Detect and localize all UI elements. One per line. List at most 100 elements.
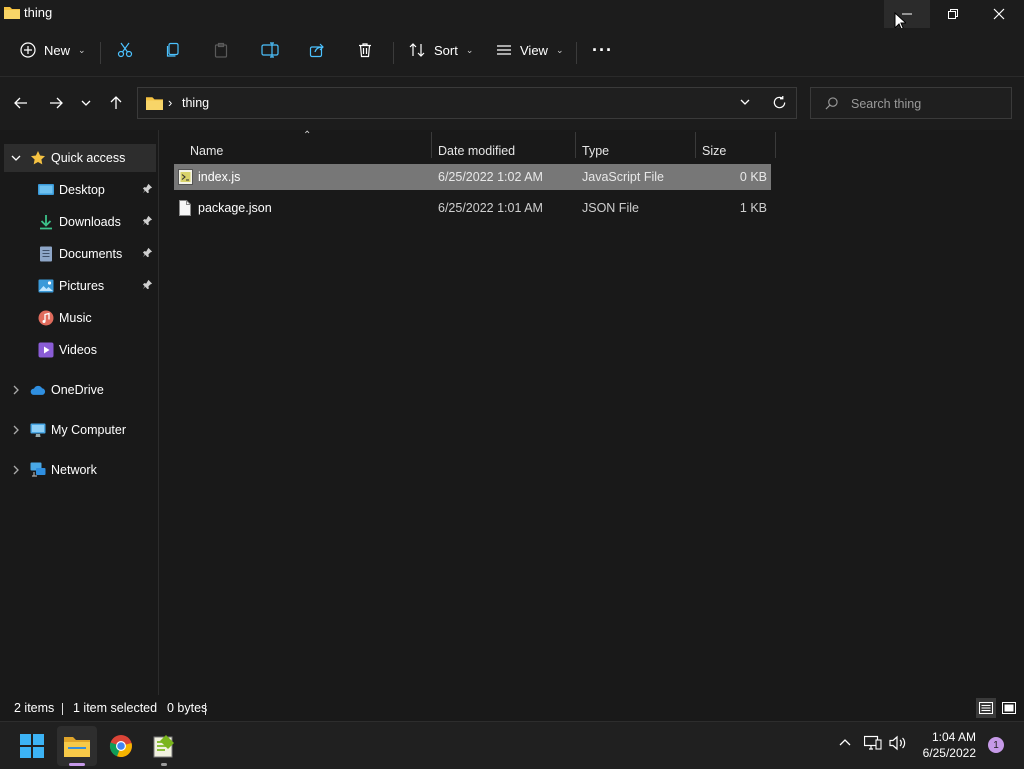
restore-button[interactable] [930,0,976,28]
title-bar: thing [0,0,1024,32]
search-box[interactable]: Search thing [810,87,1012,119]
sidebar-item-my-computer[interactable]: My Computer [4,416,156,444]
file-name[interactable]: package.json [198,201,272,215]
more-options-button[interactable]: ··· [592,36,613,64]
chevron-down-icon [740,99,750,105]
cut-button[interactable] [117,36,133,64]
documents-icon [38,246,54,262]
chevron-right-icon[interactable] [8,422,24,438]
column-header-name[interactable]: Name [190,144,223,158]
share-icon [309,43,324,58]
javascript-file-icon [178,169,193,188]
active-indicator [69,763,85,766]
arrow-left-icon [14,97,27,109]
address-bar[interactable]: › thing [137,87,797,119]
share-button[interactable] [309,36,325,64]
search-icon [825,97,838,113]
details-view-button[interactable] [976,698,996,718]
sidebar-item-quick-access[interactable]: Quick access [4,144,156,172]
command-bar: New ⌄ Sort ⌄ View ⌄ ··· [0,28,1024,77]
forward-button[interactable] [44,91,68,115]
network-status-icon[interactable] [863,735,882,754]
back-button[interactable] [9,91,33,115]
sidebar-item-label: My Computer [51,423,127,437]
notepad-plus-plus-icon [153,735,174,758]
view-icon [497,45,511,55]
show-hidden-icons-button[interactable] [838,736,852,753]
new-button[interactable]: New ⌄ [20,36,86,64]
json-file-icon [179,200,191,219]
sidebar-item-desktop[interactable]: Desktop [4,176,156,204]
star-icon [30,150,46,166]
copy-icon [166,42,179,57]
sort-label: Sort [434,42,458,58]
refresh-button[interactable] [772,95,787,113]
paste-icon [214,42,228,58]
cut-icon [117,42,133,58]
sidebar-item-music[interactable]: Music [4,304,156,332]
refresh-icon [773,95,786,109]
minimize-button[interactable] [884,0,930,28]
sidebar-item-pictures[interactable]: Pictures [4,272,156,300]
videos-icon [38,342,54,358]
search-input[interactable]: Search thing [851,97,921,111]
column-header-size[interactable]: Size [702,144,726,158]
pin-icon [142,279,153,293]
up-button[interactable] [104,91,128,115]
sidebar-item-label: Downloads [59,215,121,229]
address-history-button[interactable] [739,96,751,111]
sidebar-item-downloads[interactable]: Downloads [4,208,156,236]
breadcrumb-separator-icon: › [168,95,173,110]
taskbar: 1:04 AM 6/25/2022 1 [0,721,1024,769]
chevron-right-icon[interactable] [8,462,24,478]
navigation-pane: Quick access Desktop Downloads Documents… [0,130,159,695]
copy-button[interactable] [165,36,181,64]
selection-size: 0 bytes [167,701,208,715]
file-type: JSON File [582,201,639,215]
sort-icon [409,43,425,57]
sidebar-item-label: OneDrive [51,383,104,397]
arrow-up-icon [110,96,122,109]
view-label: View [520,42,548,58]
delete-button[interactable] [357,36,373,64]
file-explorer-icon [64,737,90,757]
chevron-up-icon [839,739,851,746]
trash-icon [359,43,371,58]
sidebar-item-onedrive[interactable]: OneDrive [4,376,156,404]
start-button[interactable] [12,726,52,766]
table-row[interactable]: index.js 6/25/2022 1:02 AM JavaScript Fi… [174,164,771,190]
chevron-down-icon[interactable] [8,150,24,166]
taskbar-notepad-plus-plus[interactable] [144,726,184,766]
paste-button[interactable] [213,36,229,64]
chevron-down-icon [81,100,91,106]
sidebar-item-label: Music [59,311,92,325]
column-header-type[interactable]: Type [582,144,609,158]
column-header-date-modified[interactable]: Date modified [438,144,515,158]
chevron-right-icon[interactable] [8,382,24,398]
item-count: 2 items [14,701,55,715]
pictures-icon [38,278,54,294]
file-name[interactable]: index.js [198,170,240,184]
rename-button[interactable] [261,36,279,64]
file-size: 0 KB [739,170,767,184]
rename-icon [261,42,279,58]
taskbar-chrome[interactable] [101,726,141,766]
close-button[interactable] [976,0,1022,28]
clock-time[interactable]: 1:04 AM [932,730,976,744]
chevron-down-icon: ⌄ [78,44,86,55]
volume-icon[interactable] [889,735,907,754]
recent-locations-button[interactable] [74,91,98,115]
sidebar-item-videos[interactable]: Videos [4,336,156,364]
sort-button[interactable]: Sort ⌄ [408,36,473,64]
breadcrumb-current[interactable]: thing [182,96,209,110]
view-button[interactable]: View ⌄ [496,36,564,64]
notification-badge[interactable]: 1 [988,737,1004,753]
sidebar-item-documents[interactable]: Documents [4,240,156,268]
sidebar-item-network[interactable]: Network [4,456,156,484]
table-row[interactable]: package.json 6/25/2022 1:01 AM JSON File… [174,195,771,221]
large-icons-view-button[interactable] [999,698,1019,718]
chrome-icon [109,735,132,758]
pin-icon [142,247,153,261]
taskbar-file-explorer[interactable] [57,726,97,766]
clock-date[interactable]: 6/25/2022 [923,746,976,760]
